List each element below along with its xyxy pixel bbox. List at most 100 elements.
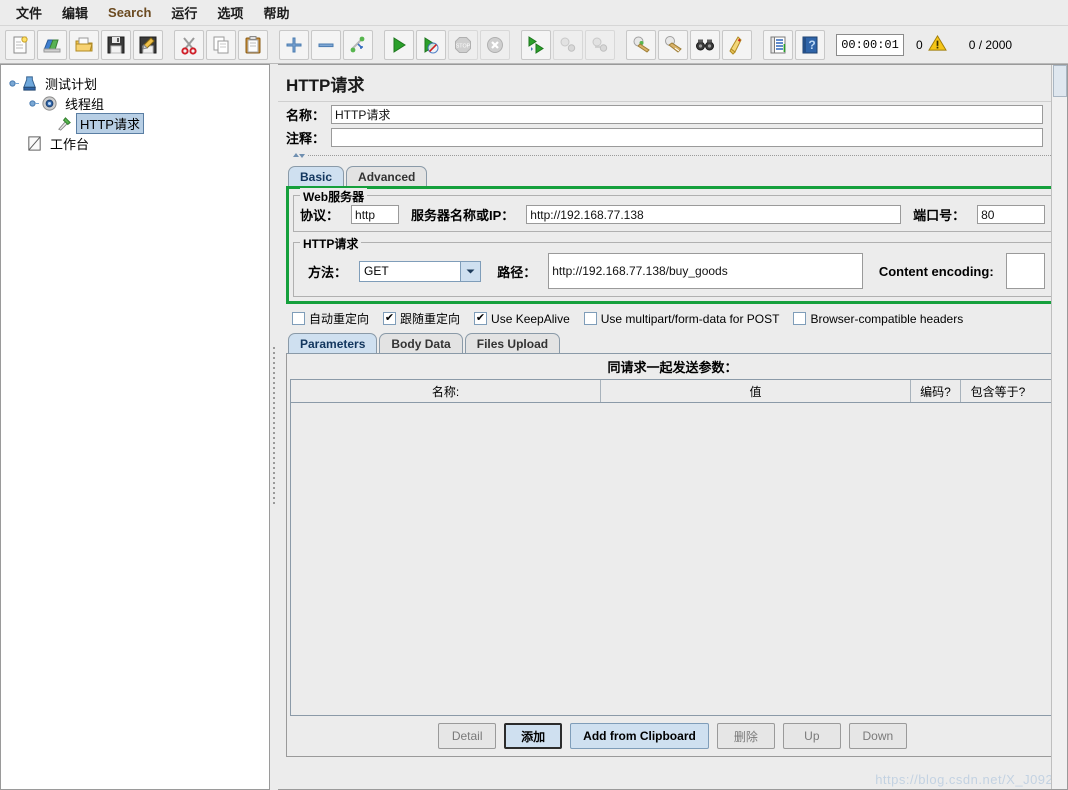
checkbox[interactable] (292, 312, 305, 325)
name-input[interactable]: HTTP请求 (331, 105, 1044, 124)
collapse-all-icon[interactable] (311, 29, 341, 60)
paste-icon[interactable] (238, 29, 268, 60)
tree-node-thread-group[interactable]: 线程组 (7, 93, 269, 113)
cut-scissors-icon[interactable] (174, 29, 204, 60)
menu-file[interactable]: 文件 (6, 0, 52, 25)
name-field-row: 名称： HTTP请求 (278, 102, 1067, 127)
tree-node-label: 测试计划 (45, 76, 98, 92)
checkbox[interactable] (583, 312, 597, 325)
option-label: Browser-compatible headers (810, 311, 964, 326)
menu-edit[interactable]: 编辑 (52, 0, 98, 25)
toggle-icon[interactable] (343, 29, 373, 60)
option-keepalive[interactable]: Use KeepAlive (474, 312, 570, 326)
elapsed-timer: 00:00:01 (836, 33, 904, 56)
save-icon[interactable] (101, 29, 131, 60)
option-label: 跟随重定向 (400, 312, 461, 326)
collapse-arrows-icon[interactable] (290, 150, 308, 161)
path-input[interactable]: http://192.168.77.138/buy_goods (548, 253, 863, 289)
checkbox[interactable] (474, 312, 488, 325)
http-request-legend: HTTP请求 (300, 235, 362, 252)
remote-stop-all-icon (553, 29, 583, 60)
templates-icon[interactable] (37, 29, 67, 60)
expand-handle-icon[interactable] (9, 78, 20, 89)
test-plan-tree[interactable]: 测试计划 线程组 HTTP请求 工作台 (1, 65, 269, 153)
port-input[interactable]: 80 (977, 205, 1045, 224)
test-plan-icon (20, 74, 38, 92)
page-title: HTTP请求 (278, 65, 1067, 102)
parameters-button-row: Detail 添加 Add from Clipboard 删除 Up Down (287, 716, 1058, 756)
request-options-row: 自动重定向 跟随重定向 Use KeepAlive Use multipart/… (278, 304, 1067, 331)
detail-button[interactable]: Detail (438, 723, 497, 749)
option-browser-headers[interactable]: Browser-compatible headers (793, 312, 963, 326)
option-multipart[interactable]: Use multipart/form-data for POST (583, 311, 780, 326)
remote-start-all-icon[interactable] (521, 29, 551, 60)
new-document-icon[interactable] (5, 29, 35, 60)
checkbox[interactable] (383, 312, 397, 325)
parameters-tabbar: Parameters Body Data Files Upload (278, 331, 1067, 353)
add-button[interactable]: 添加 (504, 723, 563, 749)
split-divider[interactable] (270, 64, 278, 790)
watermark-text: https://blog.csdn.net/X_J0927 (875, 772, 1061, 787)
tree-node-label: HTTP请求 (76, 112, 144, 134)
tab-body-data[interactable]: Body Data (379, 333, 463, 353)
menu-search[interactable]: Search (98, 2, 161, 23)
tab-parameters[interactable]: Parameters (288, 333, 378, 353)
option-label: Use KeepAlive (491, 311, 570, 326)
up-button[interactable]: Up (782, 723, 841, 749)
web-server-group: Web服务器 协议： http 服务器名称或IP： http://192.168… (293, 188, 1052, 232)
expand-handle-icon[interactable] (29, 98, 40, 109)
server-settings-highlight: Web服务器 协议： http 服务器名称或IP： http://192.168… (286, 186, 1059, 304)
stop-icon: STOP (448, 29, 478, 60)
scrollbar-thumb[interactable] (1053, 65, 1067, 97)
search-reset-icon[interactable] (722, 29, 752, 60)
tree-node-workbench[interactable]: 工作台 (7, 133, 269, 153)
start-no-pauses-icon[interactable] (416, 29, 446, 60)
option-follow-redirect[interactable]: 跟随重定向 (383, 310, 460, 327)
start-icon[interactable] (384, 29, 414, 60)
column-header-value: 值 (601, 380, 911, 402)
tab-files-upload[interactable]: Files Upload (464, 333, 561, 353)
menu-run[interactable]: 运行 (161, 0, 207, 25)
save-as-icon[interactable] (133, 29, 163, 60)
option-auto-redirect[interactable]: 自动重定向 (292, 310, 369, 327)
server-name-input[interactable]: http://192.168.77.138 (526, 205, 902, 224)
warning-triangle-icon[interactable] (927, 34, 947, 56)
warning-count: 0 (916, 37, 923, 52)
chevron-down-icon[interactable] (460, 261, 481, 281)
delete-button[interactable]: 删除 (716, 723, 775, 749)
menu-options[interactable]: 选项 (207, 0, 253, 25)
tree-node-label: 线程组 (65, 96, 105, 112)
checkbox[interactable] (793, 312, 807, 325)
comment-input[interactable] (331, 128, 1044, 147)
protocol-input[interactable]: http (351, 205, 399, 224)
help-icon[interactable]: ? (795, 29, 825, 60)
open-folder-icon[interactable] (69, 29, 99, 60)
http-request-pipette-icon (55, 114, 73, 132)
tree-node-http-request[interactable]: HTTP请求 (7, 112, 269, 134)
menu-help[interactable]: 帮助 (253, 0, 299, 25)
expand-all-icon[interactable] (279, 29, 309, 60)
parameters-table[interactable]: 名称: 值 编码? 包含等于? (290, 379, 1055, 716)
main-split: 测试计划 线程组 HTTP请求 工作台 HTTP请求 名称： HTTP请求 注释… (0, 64, 1068, 790)
tab-basic[interactable]: Basic (288, 166, 345, 186)
add-from-clipboard-button[interactable]: Add from Clipboard (570, 723, 709, 749)
function-helper-icon[interactable] (763, 29, 793, 60)
parameters-panel: 同请求一起发送参数： 名称: 值 编码? 包含等于? Detail 添加 Add… (286, 353, 1059, 757)
content-encoding-input[interactable] (1005, 253, 1046, 289)
tree-node-test-plan[interactable]: 测试计划 (7, 73, 269, 93)
clear-all-icon[interactable] (658, 29, 688, 60)
table-body[interactable] (291, 403, 1054, 715)
option-label: Use multipart/form-data for POST (600, 311, 780, 326)
tab-advanced[interactable]: Advanced (346, 166, 428, 186)
down-button[interactable]: Down (848, 723, 907, 749)
copy-icon[interactable] (206, 29, 236, 60)
remote-shutdown-all-icon (585, 29, 615, 60)
search-icon[interactable] (690, 29, 720, 60)
column-header-name: 名称: (291, 380, 601, 402)
method-select[interactable]: GET (359, 260, 482, 282)
editor-vertical-scrollbar[interactable] (1051, 65, 1067, 789)
section-divider (308, 154, 1059, 157)
clear-icon[interactable] (626, 29, 656, 60)
http-request-group: HTTP请求 方法： GET 路径： http://192.168.77.138… (293, 235, 1052, 297)
port-label: 端口号： (913, 208, 966, 223)
